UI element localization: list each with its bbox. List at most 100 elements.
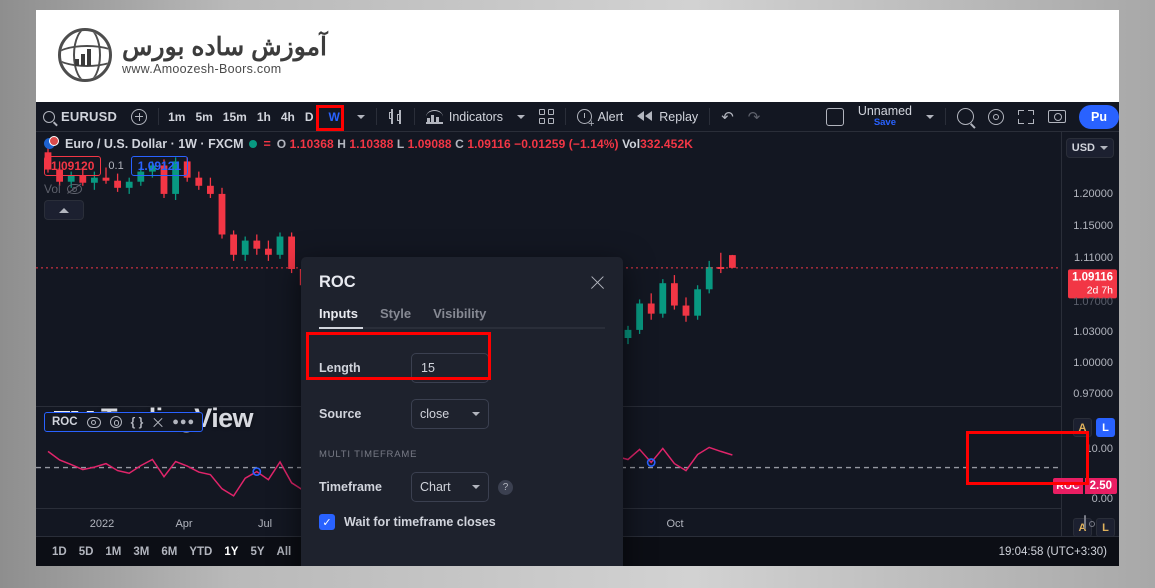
open-label: O	[277, 137, 286, 151]
close-icon[interactable]	[152, 417, 163, 428]
divider	[158, 108, 159, 125]
legend-equals-icon: =	[263, 137, 270, 151]
volume-study-legend[interactable]: Vol	[44, 182, 693, 196]
globe-icon	[58, 28, 112, 82]
publish-button[interactable]: Pu	[1079, 105, 1119, 129]
timeframe-w[interactable]: W	[324, 110, 345, 124]
spread-value: 0.1	[108, 160, 123, 172]
add-symbol-button[interactable]	[124, 102, 154, 131]
timeframe-1m[interactable]: 1m	[163, 110, 190, 124]
price-tick-5: 1.00000	[1073, 357, 1113, 369]
range-1d[interactable]: 1D	[46, 546, 73, 558]
source-row: Source close	[319, 399, 605, 429]
timeframe-menu-button[interactable]	[350, 102, 372, 131]
gear-icon	[988, 109, 1004, 125]
divider	[945, 108, 946, 125]
timeframe-d[interactable]: D	[300, 110, 319, 124]
axis-settings-icon[interactable]	[1084, 516, 1100, 532]
snapshot-button[interactable]	[1041, 110, 1073, 123]
length-input[interactable]: 15	[411, 353, 489, 383]
magnifier-bolt-icon	[957, 108, 974, 125]
layout-templates-button[interactable]	[532, 102, 561, 131]
auto-scale-button[interactable]: A	[1073, 418, 1092, 437]
chevron-down-icon	[357, 115, 365, 119]
timeframe-value: Chart	[420, 480, 451, 494]
source-select[interactable]: close	[411, 399, 489, 429]
chevron-down-icon	[1100, 146, 1108, 150]
length-row: Length 15	[319, 353, 605, 383]
range-5d[interactable]: 5D	[73, 546, 100, 558]
indicators-menu-button[interactable]	[510, 102, 532, 131]
collapse-pane-button[interactable]	[44, 200, 84, 220]
close-icon[interactable]	[590, 275, 605, 290]
chart-toolbar: EURUSD 1m 5m 15m 1h 4h D W	[36, 102, 1119, 132]
undo-button[interactable]: ↶	[714, 102, 741, 131]
quick-search-button[interactable]	[950, 108, 981, 125]
roc-legend[interactable]: ROC { } ●●●	[44, 412, 203, 432]
timeframe-select[interactable]: Chart	[411, 472, 489, 502]
layout-menu-button[interactable]	[919, 115, 941, 119]
screenshot-root: آموزش ساده بورس www.Amoozesh-Boors.com E…	[0, 0, 1155, 588]
timeframe-1h[interactable]: 1h	[252, 110, 276, 124]
fullscreen-button[interactable]	[1011, 110, 1041, 124]
indicators-icon	[426, 110, 443, 124]
timeframe-row: Timeframe Chart ?	[319, 472, 605, 502]
currency-selector[interactable]: USD	[1066, 138, 1114, 158]
save-layout-box[interactable]	[819, 108, 851, 126]
range-ytd[interactable]: YTD	[183, 546, 218, 558]
indicators-label: Indicators	[449, 110, 503, 124]
range-all[interactable]: All	[271, 546, 298, 558]
tab-style[interactable]: Style	[380, 306, 411, 329]
more-options-icon[interactable]: ●●●	[172, 416, 195, 428]
rewind-icon	[637, 111, 653, 122]
range-6m[interactable]: 6M	[155, 546, 183, 558]
low-label: L	[397, 137, 404, 151]
price-tick-0: 1.20000	[1073, 188, 1113, 200]
price-axis[interactable]: USD 1.20000 1.15000 1.11000 1.09116 2d 7…	[1061, 132, 1119, 536]
range-1y[interactable]: 1Y	[218, 546, 244, 558]
current-price-badge[interactable]: 1.09116 2d 7h	[1068, 269, 1117, 298]
divider	[414, 108, 415, 125]
eye-off-icon[interactable]	[67, 183, 82, 195]
range-3m[interactable]: 3M	[127, 546, 155, 558]
chart-type-button[interactable]	[381, 102, 410, 131]
price-tick-4: 1.03000	[1073, 326, 1113, 338]
layout-save-label: Save	[874, 118, 896, 128]
source-code-icon[interactable]: { }	[131, 415, 144, 429]
roc-settings-dialog[interactable]: ROC Inputs Style Visibility Length 15 So…	[301, 257, 623, 566]
roc-tick-1: 0.00	[1092, 493, 1113, 505]
eye-icon[interactable]	[87, 417, 101, 428]
dialog-body: Length 15 Source close MULTI TIMEFRAME T…	[301, 329, 623, 566]
help-icon[interactable]: ?	[498, 480, 513, 495]
divider	[565, 108, 566, 125]
timeframe-5m[interactable]: 5m	[190, 110, 217, 124]
chevron-down-icon	[472, 412, 480, 416]
high-label: H	[337, 137, 346, 151]
timeframe-4h[interactable]: 4h	[276, 110, 300, 124]
redo-button[interactable]: ↷	[741, 102, 768, 131]
timeframe-15m[interactable]: 15m	[218, 110, 252, 124]
settings-gear-icon[interactable]	[110, 416, 122, 428]
source-value: close	[420, 407, 449, 421]
price-tick-2: 1.11000	[1074, 252, 1113, 264]
range-5y[interactable]: 5Y	[244, 546, 270, 558]
symbol-search[interactable]: EURUSD	[36, 102, 124, 131]
range-1m[interactable]: 1M	[99, 546, 127, 558]
ask-price: 1.09121	[131, 156, 188, 176]
tab-inputs[interactable]: Inputs	[319, 306, 358, 329]
wait-close-checkbox[interactable]: ✓	[319, 514, 335, 530]
wait-close-row[interactable]: ✓ Wait for timeframe closes	[319, 514, 605, 530]
indicators-button[interactable]: Indicators	[419, 102, 510, 131]
close-label: C	[455, 137, 464, 151]
layout-name-button[interactable]: Unnamed Save	[851, 105, 919, 128]
chart-settings-button[interactable]	[981, 109, 1011, 125]
price-tick-1: 1.15000	[1073, 220, 1113, 232]
replay-button[interactable]: Replay	[630, 102, 705, 131]
tradingview-window: EURUSD 1m 5m 15m 1h 4h D W	[36, 102, 1119, 566]
chevron-down-icon	[926, 115, 934, 119]
tab-visibility[interactable]: Visibility	[433, 306, 486, 329]
alert-button[interactable]: Alert	[570, 102, 631, 131]
log-scale-button[interactable]: L	[1096, 418, 1115, 437]
roc-value-badge[interactable]: ROC 2.50	[1053, 478, 1117, 494]
source-label: Source	[319, 407, 411, 421]
